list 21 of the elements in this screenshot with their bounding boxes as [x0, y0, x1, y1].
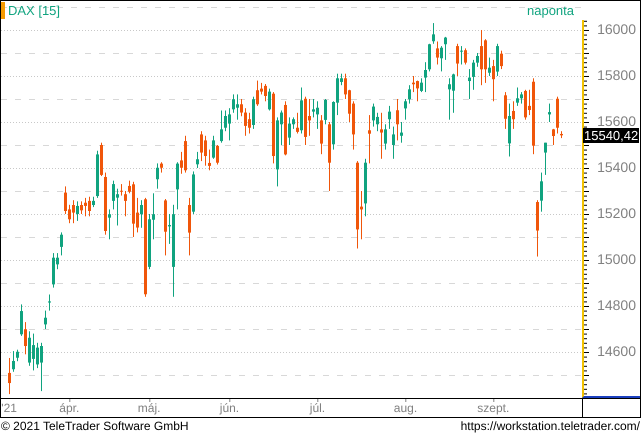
- axis-label: '21: [1, 401, 17, 415]
- axis-label: 15200: [597, 206, 636, 220]
- interval-label: naponta: [527, 2, 574, 19]
- symbol-label: DAX [15]: [1, 2, 60, 19]
- axis-label: jún.: [220, 401, 240, 415]
- price-tag: 15540,42: [583, 128, 640, 144]
- axis-label: 16000: [597, 22, 636, 36]
- axis-label: 15400: [597, 160, 636, 174]
- axis-label: szept.: [477, 401, 510, 415]
- candlestick: [548, 104, 551, 122]
- axis-label: 15800: [597, 68, 636, 82]
- axis-label: 14600: [597, 344, 636, 358]
- axis-label: máj.: [138, 401, 160, 415]
- axis-label: ápr.: [59, 401, 80, 415]
- copyright-text: © 2021 TeleTrader Software GmbH: [1, 418, 189, 434]
- website-url: https://workstation.teletrader.com/: [460, 418, 640, 434]
- axis-label: júl.: [310, 401, 326, 415]
- axis-label: 15000: [597, 252, 636, 266]
- axis-label: 14800: [597, 298, 636, 312]
- axis-label: 15600: [597, 114, 636, 128]
- axis-label: aug.: [394, 401, 418, 415]
